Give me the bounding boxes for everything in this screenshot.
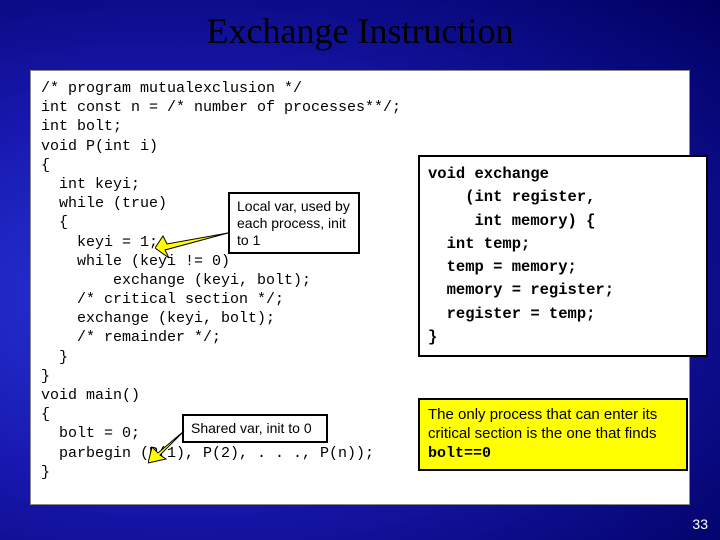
callout-local-var: Local var, used by each process, init to… (228, 192, 360, 254)
explanation-text: The only process that can enter its crit… (428, 406, 657, 442)
callout-arrow-local (155, 230, 230, 260)
callout-shared-var: Shared var, init to 0 (182, 414, 328, 443)
code-block-exchange: void exchange (int register, int memory)… (418, 155, 708, 357)
explanation-box: The only process that can enter its crit… (418, 398, 688, 471)
explanation-code: bolt==0 (428, 445, 491, 462)
slide-number: 33 (692, 516, 708, 532)
callout-arrow-shared (148, 431, 188, 466)
slide-title: Exchange Instruction (0, 0, 720, 52)
